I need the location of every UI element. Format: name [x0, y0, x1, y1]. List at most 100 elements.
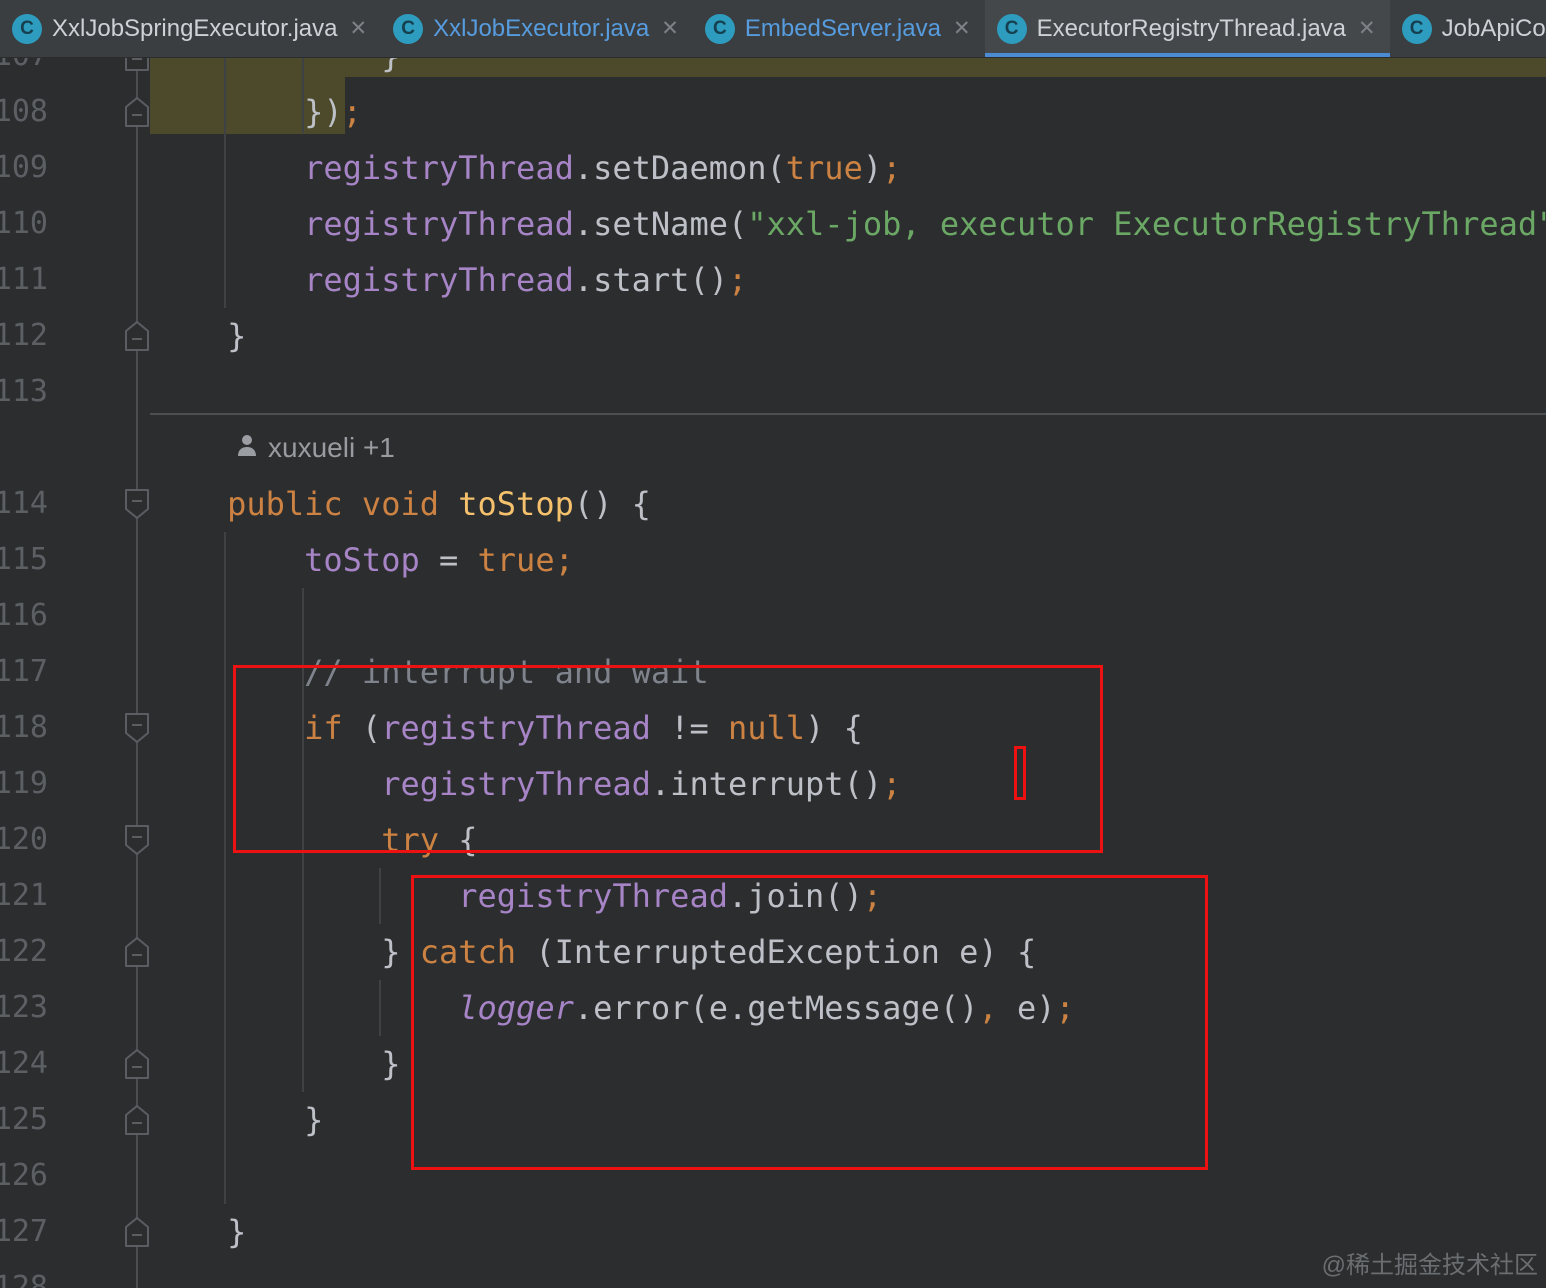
line-number: 122 — [0, 934, 48, 969]
watermark: @稀土掘金技术社区 — [1321, 1252, 1538, 1279]
token: true — [785, 149, 863, 187]
token: toStop — [304, 541, 420, 579]
tab-close-icon[interactable]: ✕ — [1356, 16, 1378, 41]
fold-end-icon[interactable] — [124, 1105, 150, 1135]
fold-end-icon[interactable] — [124, 97, 150, 127]
line-number: 108 — [0, 94, 48, 129]
line-number: 116 — [0, 598, 48, 633]
class-file-icon: C — [996, 13, 1027, 44]
tab-embedserver-java[interactable]: C EmbedServer.java ✕ — [693, 0, 985, 57]
line-number: 127 — [0, 1214, 48, 1249]
tab-label: ExecutorRegistryThread.java — [1036, 14, 1347, 42]
token: .start() — [573, 261, 728, 299]
code-line-127[interactable]: } — [150, 1204, 246, 1260]
token: } — [150, 1045, 401, 1083]
code-line-110[interactable]: registryThread.setName("xxl-job, executo… — [150, 196, 1546, 252]
tab-label: XxlJobExecutor.java — [433, 14, 650, 42]
tab-jobapicon[interactable]: C JobApiCon — [1390, 0, 1546, 57]
tab-xxljobexecutor-java[interactable]: C XxlJobExecutor.java ✕ — [381, 0, 693, 57]
token: .setName( — [573, 205, 748, 243]
class-file-icon: C — [1401, 13, 1432, 44]
line-number: 110 — [0, 206, 48, 241]
tab-close-icon[interactable]: ✕ — [951, 16, 973, 41]
token: public — [227, 485, 343, 523]
author-inlay: xuxueli +1 — [234, 420, 395, 476]
line-number: 115 — [0, 542, 48, 577]
token: ; — [727, 261, 748, 299]
token: "xxl-job, executor ExecutorRegistryThrea… — [747, 205, 1546, 243]
tab-label: JobApiCon — [1441, 14, 1546, 42]
token: ) — [862, 149, 883, 187]
line-number: 114 — [0, 486, 48, 521]
line-number: 113 — [0, 374, 48, 409]
ide-window: 107 }108 });109 registryThread.setDaemon… — [0, 0, 1546, 1288]
token: registryThread — [304, 205, 574, 243]
red-annotation-box-2 — [411, 875, 1208, 1170]
red-annotation-box-1 — [233, 665, 1103, 853]
token: ; — [882, 149, 902, 187]
class-file-icon: C — [704, 13, 735, 44]
tab-executorregistrythread-java[interactable]: C ExecutorRegistryThread.java ✕ — [984, 0, 1390, 57]
author-label: xuxueli +1 — [268, 432, 395, 463]
red-cursor-marker — [1014, 746, 1026, 800]
tab-close-icon[interactable]: ✕ — [659, 16, 681, 41]
token: } — [150, 1213, 247, 1251]
token: } — [150, 1101, 324, 1139]
token: registryThread — [304, 261, 574, 299]
code-line-109[interactable]: registryThread.setDaemon(true); — [150, 140, 901, 196]
fold-start-icon[interactable] — [124, 489, 150, 519]
line-number: 128 — [0, 1270, 48, 1288]
code-editor[interactable]: 107 }108 });109 registryThread.setDaemon… — [0, 0, 1546, 1288]
code-line-111[interactable]: registryThread.start(); — [150, 252, 747, 308]
code-line-124[interactable]: } — [150, 1036, 400, 1092]
line-number: 120 — [0, 822, 48, 857]
fold-start-icon[interactable] — [124, 713, 150, 743]
line-number: 126 — [0, 1158, 48, 1193]
line-number: 112 — [0, 318, 48, 353]
token: } — [150, 317, 247, 355]
tab-label: XxlJobSpringExecutor.java — [52, 14, 338, 42]
fold-end-icon[interactable] — [124, 937, 150, 967]
fold-end-icon[interactable] — [124, 321, 150, 351]
fold-end-icon[interactable] — [124, 1049, 150, 1079]
token: }) — [150, 93, 343, 131]
class-file-icon: C — [12, 13, 42, 44]
token: () { — [573, 485, 651, 523]
fold-connector-line — [136, 58, 138, 1288]
line-number: 124 — [0, 1046, 48, 1081]
code-line-115[interactable]: toStop = true; — [150, 532, 574, 588]
token: = — [419, 541, 478, 579]
token: toStop — [458, 485, 574, 523]
token: ; — [342, 93, 362, 131]
line-number: 119 — [0, 766, 48, 801]
editor-tab-bar: C XxlJobSpringExecutor.java ✕ C XxlJobExecut… — [0, 0, 1546, 58]
code-line-108[interactable]: }); — [150, 84, 362, 140]
line-number: 111 — [0, 262, 48, 297]
class-file-icon: C — [393, 13, 424, 44]
token: true — [477, 541, 555, 579]
tab-close-icon[interactable]: ✕ — [348, 16, 370, 41]
line-number: 117 — [0, 654, 48, 689]
token: void — [361, 485, 439, 523]
fold-end-icon[interactable] — [124, 1217, 150, 1247]
line-number: 125 — [0, 1102, 48, 1137]
tab-xxljobspringexecutor-java[interactable]: C XxlJobSpringExecutor.java ✕ — [0, 0, 381, 57]
line-number: 123 — [0, 990, 48, 1025]
token: .setDaemon( — [573, 149, 786, 187]
line-number: 109 — [0, 150, 48, 185]
code-line-112[interactable]: } — [150, 308, 246, 364]
line-number: 118 — [0, 710, 48, 745]
fold-start-icon[interactable] — [124, 825, 150, 855]
code-line-125[interactable]: } — [150, 1092, 323, 1148]
method-separator — [150, 413, 1546, 415]
line-number: 121 — [0, 878, 48, 913]
author-icon — [234, 432, 260, 465]
code-line-114[interactable]: public void toStop() { — [150, 476, 651, 532]
